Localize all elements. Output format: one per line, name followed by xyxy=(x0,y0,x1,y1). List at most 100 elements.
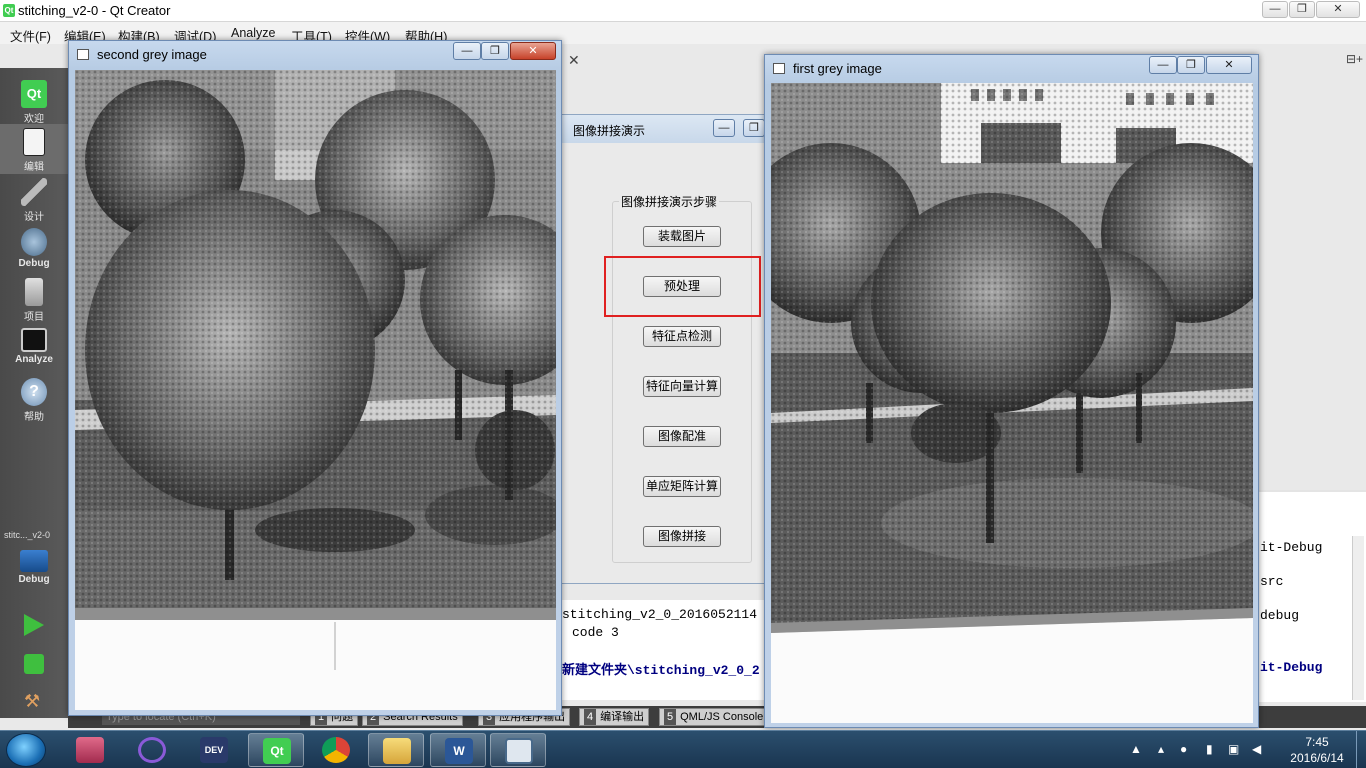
show-desktop-button[interactable] xyxy=(1356,731,1366,768)
target-selector[interactable]: Debug xyxy=(0,546,68,596)
stitch-button[interactable]: 图像拼接 xyxy=(643,526,721,547)
system-clock[interactable]: 7:45 2016/6/14 xyxy=(1282,734,1352,766)
output-line: code 3 xyxy=(572,625,619,640)
menu-file[interactable]: 文件(F) xyxy=(10,26,51,45)
grey-photo xyxy=(771,83,1253,723)
maximize-button[interactable]: ❐ xyxy=(1177,56,1205,74)
output-line: 新建文件夹\stitching_v2_0_2 xyxy=(562,663,760,678)
qq-icon[interactable]: ● xyxy=(1180,742,1194,756)
load-images-button[interactable]: 装载图片 xyxy=(643,226,721,247)
qt-logo-icon: Qt xyxy=(3,4,15,17)
taskbar-app[interactable]: W xyxy=(430,733,486,767)
mode-design[interactable]: 设计 xyxy=(0,174,68,224)
window-icon xyxy=(77,49,89,60)
mode-label: 编辑 xyxy=(24,162,44,173)
second-grey-image-window: second grey image — ❐ ✕ xyxy=(68,40,562,716)
window-title: stitching_v2-0 - Qt Creator xyxy=(18,3,171,18)
output-line: debug xyxy=(1260,608,1300,623)
edit-document-icon xyxy=(23,128,45,156)
menu-analyze[interactable]: Analyze xyxy=(231,26,275,40)
minimize-button[interactable]: — xyxy=(1149,56,1177,74)
taskbar-app[interactable] xyxy=(368,733,424,767)
maximize-button[interactable]: ❐ xyxy=(1289,1,1315,18)
app-window-icon xyxy=(505,738,533,764)
mode-label: Debug xyxy=(18,258,50,269)
taskbar-app[interactable] xyxy=(62,733,118,767)
tab-qml-console[interactable]: 5 QML/JS Console xyxy=(659,708,769,726)
close-button[interactable]: ✕ xyxy=(510,42,556,60)
word-icon: W xyxy=(445,738,473,764)
mode-analyze[interactable]: Analyze xyxy=(0,324,68,374)
grey-photo xyxy=(75,70,556,710)
dialog-maximize-button[interactable]: ❐ xyxy=(743,119,765,137)
project-file-icon xyxy=(25,278,43,306)
volume-icon[interactable]: ◀ xyxy=(1252,742,1266,756)
close-button[interactable]: ✕ xyxy=(1316,1,1360,18)
mode-help[interactable]: ? 帮助 xyxy=(0,374,68,424)
qt-logo-icon: Qt xyxy=(21,80,47,108)
dialog-title-bar: 图像拼接演示 — ❐ xyxy=(559,115,767,143)
target-project: stitc..._v2-0 xyxy=(4,530,51,540)
grey-image-canvas xyxy=(771,83,1253,723)
compile-output-middle: stitching_v2_0_2016052114 code 3 新建文件夹\s… xyxy=(560,600,770,700)
infinity-icon xyxy=(138,737,166,763)
close-editor-icon[interactable]: ✕ xyxy=(568,52,580,69)
debug-run-icon[interactable] xyxy=(24,654,44,674)
output-scrollbar[interactable] xyxy=(1352,536,1364,700)
mode-welcome[interactable]: Qt 欢迎 xyxy=(0,76,68,126)
wifi-icon[interactable]: ▲ xyxy=(1130,742,1144,756)
file-explorer-icon xyxy=(383,738,411,764)
tab-number: 5 xyxy=(664,709,677,725)
mode-label: 项目 xyxy=(24,312,44,323)
battery-icon[interactable]: ▮ xyxy=(1206,742,1220,756)
qt-creator-icon: Qt xyxy=(263,738,291,764)
taskbar-app[interactable] xyxy=(308,733,364,767)
minimize-button[interactable]: — xyxy=(453,42,481,60)
run-icon[interactable] xyxy=(24,614,44,636)
compile-output-right: it-Debug src debug it-Debug xyxy=(1255,492,1366,702)
windows-taskbar: DEV Qt W ▲ ▴ ● ▮ ▣ ◀ 7:45 2016/6/14 xyxy=(0,730,1366,768)
feature-vector-button[interactable]: 特征向量计算 xyxy=(643,376,721,397)
split-icon[interactable]: ⊟+ xyxy=(1346,52,1363,66)
window-title: first grey image xyxy=(793,61,882,76)
output-line: it-Debug xyxy=(1260,540,1323,555)
output-line: src xyxy=(1260,574,1284,589)
maximize-button[interactable]: ❐ xyxy=(481,42,509,60)
homography-button[interactable]: 单应矩阵计算 xyxy=(643,476,721,497)
taskbar-app[interactable]: DEV xyxy=(186,733,242,767)
output-line: it-Debug xyxy=(1260,660,1323,675)
feature-detect-button[interactable]: 特征点检测 xyxy=(643,326,721,347)
start-orb-icon[interactable] xyxy=(6,733,46,767)
dialog-minimize-button[interactable]: — xyxy=(713,119,735,137)
registration-button[interactable]: 图像配准 xyxy=(643,426,721,447)
minimize-button[interactable]: — xyxy=(1262,1,1288,18)
mode-label: Analyze xyxy=(15,354,53,365)
help-icon: ? xyxy=(21,378,47,406)
analyze-screen-icon xyxy=(21,328,47,352)
tab-compile-output[interactable]: 4 编译输出 xyxy=(579,708,650,726)
taskbar-app[interactable] xyxy=(490,733,546,767)
taskbar-app[interactable] xyxy=(124,733,180,767)
mode-projects[interactable]: 项目 xyxy=(0,274,68,324)
mode-debug[interactable]: Debug xyxy=(0,224,68,274)
network-icon[interactable]: ▣ xyxy=(1228,742,1242,756)
close-button[interactable]: ✕ xyxy=(1206,56,1252,74)
show-hidden-icons[interactable]: ▴ xyxy=(1158,742,1172,756)
mode-edit[interactable]: 编辑 xyxy=(0,124,68,174)
tab-label: 编译输出 xyxy=(600,711,645,723)
mode-label: 欢迎 xyxy=(24,114,44,125)
target-config: Debug xyxy=(18,574,50,585)
window-icon xyxy=(773,63,785,74)
mode-sidebar: Qt 欢迎 编辑 设计 Debug 项目 Analyze ? 帮助 stitc.… xyxy=(0,68,68,718)
first-grey-image-window: first grey image — ❐ ✕ xyxy=(764,54,1259,728)
tab-number: 4 xyxy=(584,709,597,725)
devexpress-icon: DEV xyxy=(200,737,228,763)
mode-label: 帮助 xyxy=(24,412,44,423)
mode-label: 设计 xyxy=(24,212,44,223)
database-gear-icon xyxy=(76,737,104,763)
window-title: second grey image xyxy=(97,47,207,62)
build-hammer-icon[interactable]: ⚒ xyxy=(24,690,46,712)
taskbar-app[interactable]: Qt xyxy=(248,733,304,767)
tab-label: QML/JS Console xyxy=(680,711,764,723)
grey-image-canvas xyxy=(75,70,556,710)
